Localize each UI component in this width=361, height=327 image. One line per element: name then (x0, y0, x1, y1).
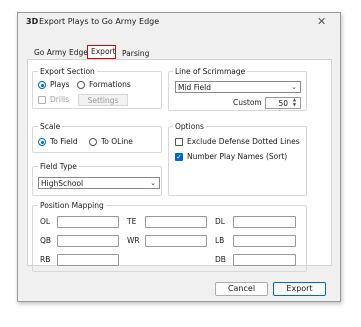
drills-label: Drills (50, 95, 70, 104)
tab-export[interactable]: Export (87, 45, 116, 59)
custom-stepper[interactable]: 50 ▲ ▼ (265, 97, 301, 109)
close-icon[interactable]: ✕ (317, 15, 326, 28)
rb-label: RB (40, 255, 51, 264)
chevron-down-icon: ⌄ (291, 83, 297, 91)
options-label: Options (173, 122, 206, 131)
drills-checkbox[interactable] (38, 96, 46, 104)
ol-input[interactable] (57, 216, 119, 228)
dl-input[interactable] (233, 216, 296, 228)
formations-label: Formations (89, 80, 131, 89)
line-of-scrimmage-select[interactable]: Mid Field ⌄ (175, 81, 301, 93)
to-oline-label: To OLine (101, 137, 133, 146)
custom-value: 50 (278, 99, 288, 108)
export-button[interactable]: Export (273, 282, 326, 296)
app-icon: 3D (26, 17, 39, 26)
cancel-button[interactable]: Cancel (215, 282, 268, 296)
stepper-arrows-icon[interactable]: ▲ ▼ (290, 98, 299, 109)
qb-label: QB (40, 236, 52, 245)
db-label: DB (215, 255, 226, 264)
qb-input[interactable] (57, 235, 119, 247)
exclude-defense-label: Exclude Defense Dotted Lines (187, 137, 300, 146)
field-type-label: Field Type (38, 162, 79, 171)
lb-label: LB (215, 236, 225, 245)
ol-label: OL (40, 217, 51, 226)
plays-radio[interactable] (38, 81, 46, 89)
wr-label: WR (127, 236, 140, 245)
wr-input[interactable] (145, 235, 207, 247)
db-input[interactable] (233, 254, 296, 266)
te-input[interactable] (145, 216, 207, 228)
tab-go-army-edge[interactable]: Go Army Edge (30, 46, 92, 59)
field-type-value: HighSchool (41, 179, 84, 188)
settings-button[interactable]: Settings (78, 94, 128, 106)
field-type-select[interactable]: HighSchool ⌄ (38, 177, 160, 189)
lb-input[interactable] (233, 235, 296, 247)
custom-label: Custom (233, 98, 262, 107)
line-of-scrimmage-label: Line of Scrimmage (173, 67, 248, 76)
formations-radio[interactable] (77, 81, 85, 89)
exclude-defense-checkbox[interactable] (175, 138, 183, 146)
number-plays-checkbox[interactable]: ✓ (175, 153, 183, 161)
window-title: Export Plays to Go Army Edge (39, 17, 160, 26)
number-plays-label: Number Play Names (Sort) (187, 152, 288, 161)
position-mapping-label: Position Mapping (38, 201, 106, 210)
scale-label: Scale (38, 122, 63, 131)
export-section-label: Export Section (38, 67, 97, 76)
line-of-scrimmage-value: Mid Field (178, 83, 212, 92)
dl-label: DL (215, 217, 225, 226)
chevron-down-icon: ⌄ (150, 179, 156, 187)
plays-label: Plays (50, 80, 70, 89)
to-oline-radio[interactable] (89, 138, 97, 146)
te-label: TE (127, 217, 137, 226)
rb-input[interactable] (57, 254, 119, 266)
to-field-radio[interactable] (38, 138, 46, 146)
to-field-label: To Field (50, 137, 78, 146)
